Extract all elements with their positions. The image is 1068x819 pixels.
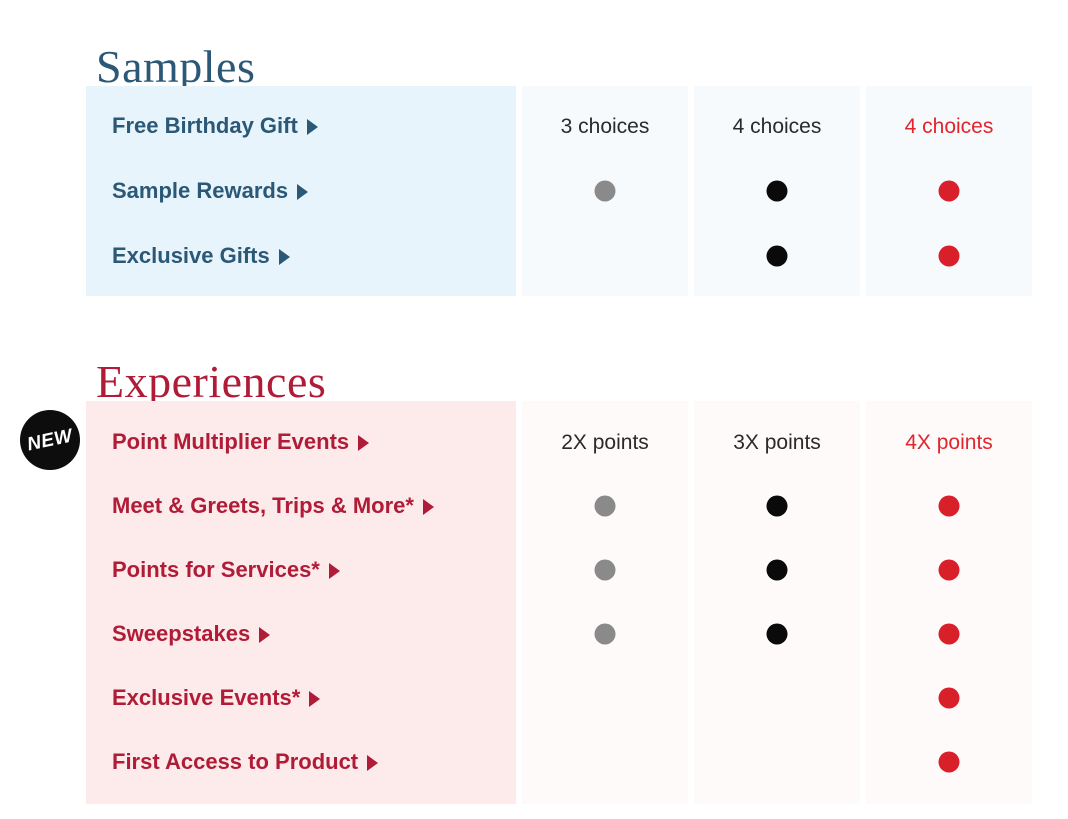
- benefit-row-link[interactable]: Sample Rewards: [112, 178, 309, 203]
- availability-dot: [766, 495, 788, 517]
- new-badge[interactable]: NEW: [20, 410, 80, 470]
- experiences-comparison-table: Point Multiplier Events Meet & Greets, Tr…: [86, 401, 1048, 804]
- benefit-row-label: Point Multiplier Events: [112, 429, 350, 454]
- benefit-row-label: Sample Rewards: [112, 178, 289, 203]
- availability-dot: [766, 245, 788, 267]
- benefit-label-column: Free Birthday Gift Sample Rewards Exclusiv…: [86, 86, 516, 296]
- tier-column-header: 4 choices: [732, 115, 822, 138]
- samples-comparison-table: Free Birthday Gift Sample Rewards Exclusiv…: [86, 86, 1048, 296]
- availability-dot: [938, 751, 960, 773]
- benefit-row-link[interactable]: Point Multiplier Events: [112, 429, 370, 454]
- chevron-right-icon: [297, 184, 309, 200]
- chevron-right-icon: [278, 249, 290, 265]
- availability-dot: [594, 559, 616, 581]
- tier-column: 4 choices: [866, 86, 1032, 296]
- chevron-right-icon: [367, 755, 379, 771]
- tier-column-header: 4X points: [905, 431, 993, 454]
- chevron-right-icon: [328, 563, 340, 579]
- tier-column-header: 3X points: [733, 431, 821, 454]
- availability-dot: [938, 495, 960, 517]
- tier-column: 3X points: [694, 401, 860, 804]
- benefit-row-link[interactable]: Points for Services*: [112, 559, 340, 581]
- chevron-right-icon: [306, 119, 318, 135]
- availability-dot: [938, 180, 960, 202]
- availability-dot: [594, 495, 616, 517]
- tier-column: 4 choices: [694, 86, 860, 296]
- availability-dot: [766, 623, 788, 645]
- tier-column-header: 3 choices: [560, 115, 650, 138]
- benefit-row-label: Meet & Greets, Trips & More*: [112, 493, 414, 518]
- availability-dot: [938, 687, 960, 709]
- availability-dot: [938, 245, 960, 267]
- chevron-right-icon: [309, 691, 321, 707]
- chevron-right-icon: [422, 499, 434, 515]
- availability-dot: [594, 623, 616, 645]
- availability-dot: [938, 623, 960, 645]
- tier-column-header: 4 choices: [904, 115, 994, 138]
- chevron-right-icon: [259, 627, 271, 643]
- benefit-row-label: Exclusive Events*: [112, 685, 301, 710]
- tier-column-header: 2X points: [561, 431, 649, 454]
- benefit-row-link[interactable]: First Access to Product: [112, 749, 379, 774]
- availability-dot: [766, 559, 788, 581]
- availability-dot: [594, 180, 616, 202]
- chevron-right-icon: [358, 435, 370, 451]
- benefit-row-label: Points for Services*: [112, 557, 320, 582]
- benefits-comparison-page: Samples Free Birthday Gift Sample Rewards…: [0, 0, 1068, 819]
- tier-column: 2X points: [522, 401, 688, 804]
- benefit-row-link[interactable]: Free Birthday Gift: [112, 115, 318, 137]
- page-title-samples: Samples: [96, 41, 256, 93]
- benefit-row-label: Free Birthday Gift: [112, 113, 298, 138]
- tier-column: 3 choices: [522, 86, 688, 296]
- tier-column: 4X points: [866, 401, 1032, 804]
- benefit-row-link[interactable]: Exclusive Gifts: [112, 245, 290, 267]
- benefit-row-label: Exclusive Gifts: [112, 243, 270, 268]
- benefit-row-label: Sweepstakes: [112, 621, 251, 646]
- availability-dot: [938, 559, 960, 581]
- benefit-label-column: Point Multiplier Events Meet & Greets, Tr…: [86, 401, 516, 804]
- page-title-experiences: Experiences: [96, 356, 327, 408]
- new-badge-label: NEW: [25, 424, 75, 456]
- benefit-row-label: First Access to Product: [112, 749, 359, 774]
- availability-dot: [766, 180, 788, 202]
- benefit-row-link[interactable]: Exclusive Events*: [112, 685, 321, 710]
- benefit-row-link[interactable]: Meet & Greets, Trips & More*: [112, 495, 434, 517]
- benefit-row-link[interactable]: Sweepstakes: [112, 621, 271, 646]
